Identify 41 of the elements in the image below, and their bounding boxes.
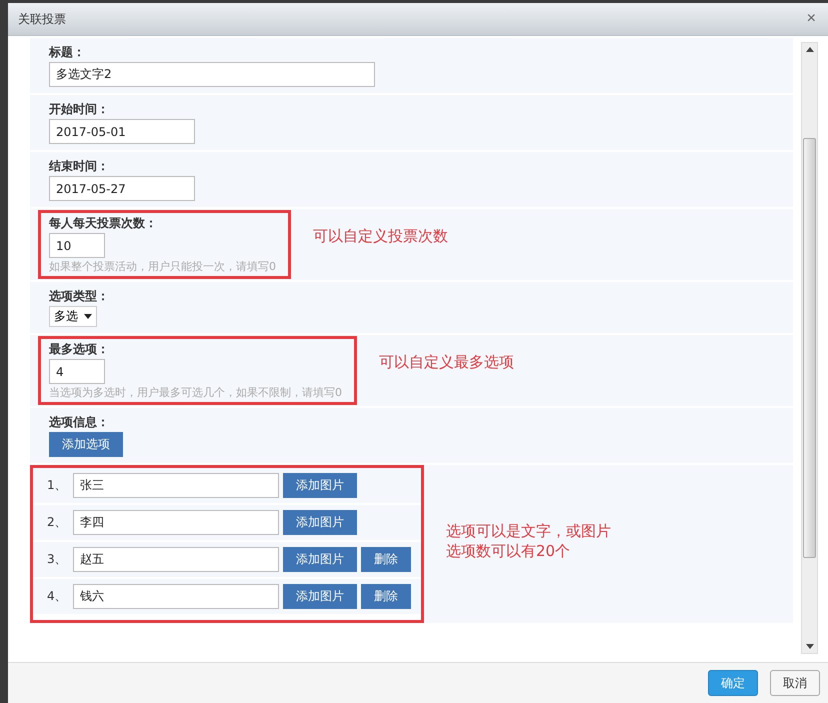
input-field[interactable]: 10 [49,233,105,258]
field-hint: 当选项为多选时，用户最多可选几个，如果不限制，请填写0 [49,386,342,400]
window-title: 关联投票 [18,10,66,28]
type-dropdown[interactable]: 多选 [49,306,97,327]
input-field[interactable]: 4 [49,359,105,384]
add-image-button[interactable]: 添加图片 [283,584,357,609]
field-label: 标题： [49,44,86,60]
delete-button[interactable]: 删除 [361,584,411,609]
field-label: 每人每天投票次数： [49,215,158,231]
close-button[interactable]: × [804,10,818,28]
field-label: 选项信息： [49,414,110,430]
option-number: 4、 [47,588,68,605]
option-number: 2、 [47,514,68,531]
scroll-thumb[interactable] [803,138,816,558]
scroll-down-icon[interactable] [806,644,814,649]
annotation-note: 选项可以是文字，或图片 选项数可以有20个 [446,521,611,561]
annotation-note: 可以自定义最多选项 [379,352,514,372]
option-number: 3、 [47,551,68,568]
field-hint: 如果整个投票活动，用户只能投一次，请填写0 [49,260,276,274]
cancel-button[interactable]: 取消 [770,670,820,696]
add-image-button[interactable]: 添加图片 [283,510,357,535]
add-image-button[interactable]: 添加图片 [283,547,357,572]
add-option-button[interactable]: 添加选项 [49,432,123,457]
scroll-up-icon[interactable] [806,47,814,52]
input-field[interactable]: 2017-05-27 [49,176,195,201]
delete-button[interactable]: 删除 [361,547,411,572]
input-field[interactable]: 钱六 [73,584,279,609]
field-label: 开始时间： [49,101,110,117]
input-field[interactable]: 张三 [73,473,279,498]
field-label: 选项类型： [49,288,109,304]
add-image-button[interactable]: 添加图片 [283,473,357,498]
input-field[interactable]: 赵五 [73,547,279,572]
input-field[interactable]: 李四 [73,510,279,535]
field-label: 最多选项： [49,341,110,357]
field-label: 结束时间： [49,158,110,174]
annotation-note: 可以自定义投票次数 [313,226,448,246]
input-field[interactable]: 2017-05-01 [49,119,195,144]
scrollbar[interactable] [801,42,818,654]
input-field[interactable]: 多选文字2 [49,62,375,87]
caret-icon [84,314,92,319]
option-number: 1、 [47,477,68,494]
